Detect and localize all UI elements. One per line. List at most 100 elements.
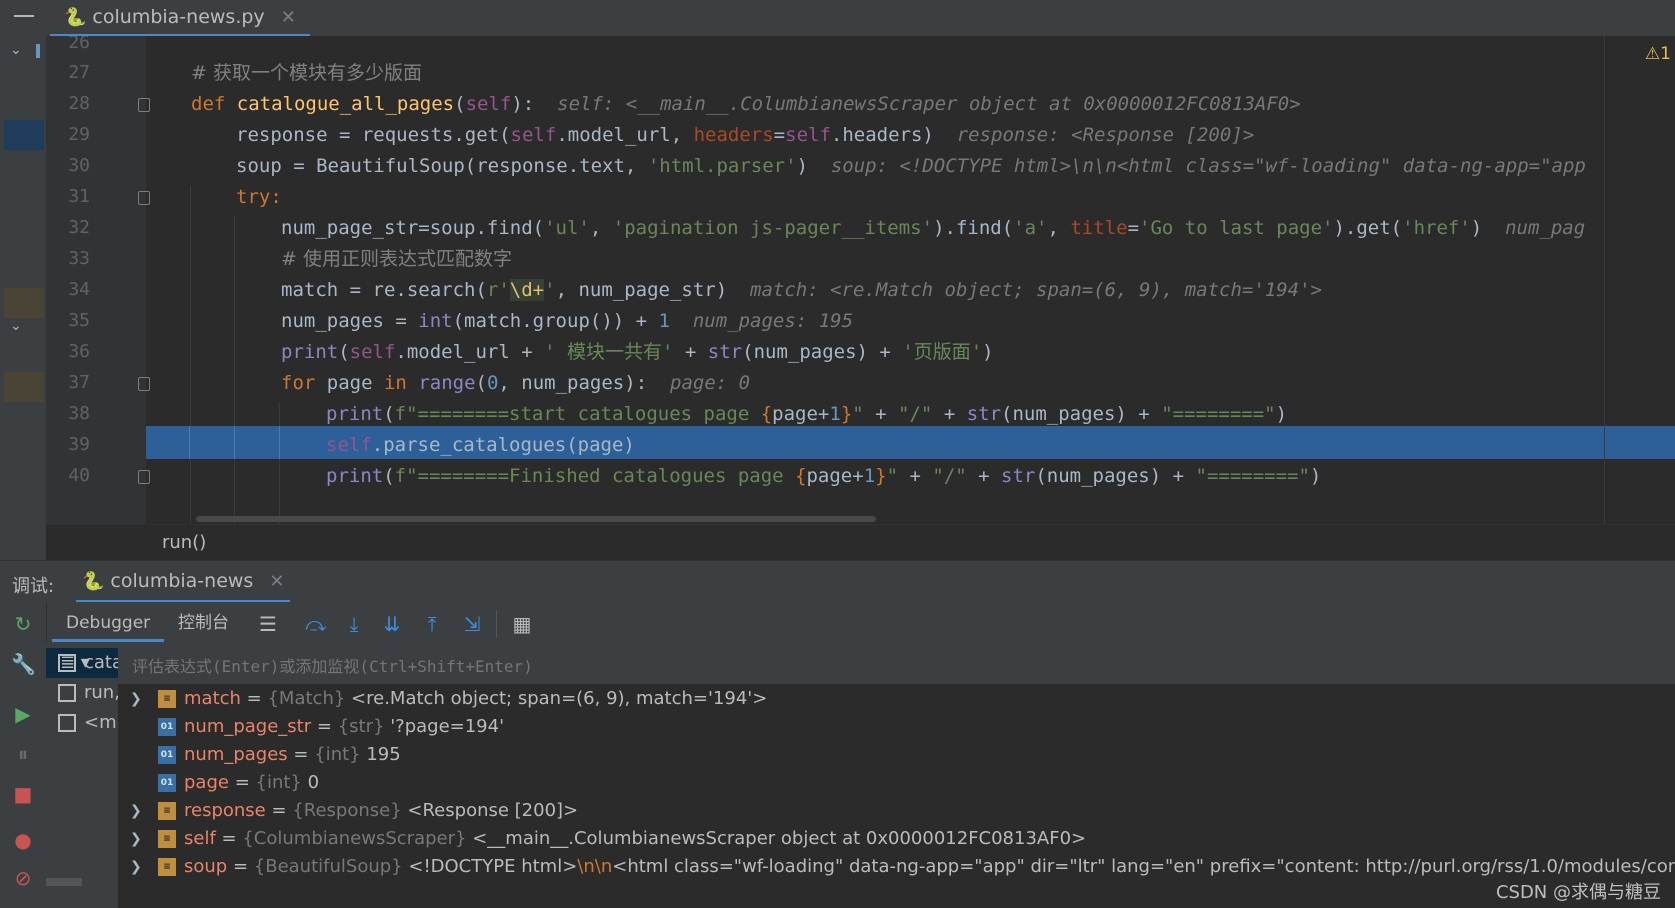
line-number: 30 bbox=[68, 155, 90, 176]
close-icon[interactable]: ✕ bbox=[281, 7, 296, 28]
fold-icon[interactable] bbox=[138, 470, 150, 484]
rerun-icon[interactable]: ↻ bbox=[11, 612, 35, 636]
indent-guide bbox=[234, 426, 235, 459]
indent-guide bbox=[189, 426, 190, 459]
resume-icon[interactable]: ▶ bbox=[11, 702, 35, 726]
primitive-icon: 01 bbox=[158, 774, 176, 792]
line-number: 38 bbox=[68, 403, 90, 424]
tab-console[interactable]: 控制台 bbox=[164, 604, 243, 642]
evaluate-expression-input[interactable] bbox=[130, 650, 1664, 682]
close-icon[interactable]: ✕ bbox=[269, 571, 284, 592]
frame-item[interactable]: run, bbox=[46, 678, 118, 708]
line-number: 29 bbox=[68, 124, 90, 145]
minimize-icon[interactable] bbox=[14, 15, 34, 17]
tab-columbia-news-py[interactable]: 🐍 columbia-news.py ✕ bbox=[50, 0, 310, 37]
stop-icon[interactable]: ■ bbox=[11, 782, 35, 806]
code-line-37: for page in range(0, num_pages): page: 0 bbox=[281, 372, 751, 394]
code-line-30: soup = BeautifulSoup(response.text, 'htm… bbox=[236, 155, 1586, 177]
code-line-34: match = re.search(r'\d+', num_page_str) … bbox=[281, 279, 1322, 301]
step-out-icon[interactable]: ⤒ bbox=[420, 612, 444, 636]
python-file-icon: 🐍 bbox=[64, 6, 87, 28]
debugger-toolbar bbox=[46, 602, 1675, 645]
fold-icon[interactable] bbox=[138, 191, 150, 205]
layout-icon[interactable]: ☰ bbox=[256, 612, 280, 636]
primitive-icon: 01 bbox=[158, 718, 176, 736]
tab-label: columbia-news.py bbox=[92, 6, 265, 28]
horizontal-scrollbar[interactable] bbox=[196, 516, 876, 522]
frame-icon bbox=[58, 684, 76, 702]
mute-breakpoints-icon[interactable]: ⊘ bbox=[11, 866, 35, 890]
line-number: 33 bbox=[68, 248, 90, 269]
right-margin bbox=[1604, 36, 1605, 524]
toolbar-divider bbox=[496, 610, 497, 638]
expand-arrow-icon[interactable]: ❯ bbox=[130, 852, 142, 882]
indent-guide bbox=[234, 216, 235, 524]
session-label: columbia-news bbox=[110, 570, 254, 592]
code-line-27: # 获取一个模块有多少版面 bbox=[191, 62, 422, 84]
code-editor[interactable]: 26 27 28 29 30 31 32 33 34 35 36 37 38 3… bbox=[46, 36, 1675, 524]
expand-arrow-icon[interactable]: ❯ bbox=[130, 824, 142, 854]
line-number: 40 bbox=[68, 465, 90, 486]
code-line-28: def catalogue_all_pages(self): self: <__… bbox=[191, 93, 1301, 115]
fold-icon[interactable] bbox=[138, 377, 150, 391]
pause-icon[interactable]: ⏸ bbox=[11, 742, 35, 766]
watermark: CSDN @求偶与糖豆 bbox=[1495, 882, 1661, 903]
frame-item[interactable]: <m bbox=[46, 708, 118, 738]
run-to-cursor-icon[interactable]: ⇲ bbox=[460, 612, 484, 636]
primitive-icon: 01 bbox=[158, 746, 176, 764]
debug-side-toolbar: ↻ 🔧 ▶ ⏸ ■ ● ⊘ bbox=[0, 602, 47, 908]
settings-wrench-icon[interactable]: 🔧 bbox=[11, 652, 36, 676]
step-over-icon[interactable]: ⤼ bbox=[304, 612, 328, 636]
code-line-31: try: bbox=[236, 186, 282, 208]
breadcrumb-bar bbox=[46, 524, 1675, 561]
object-icon: ≡ bbox=[158, 690, 176, 708]
expand-arrow-icon[interactable]: ❯ bbox=[130, 796, 142, 826]
line-number: 35 bbox=[68, 310, 90, 331]
code-line-32: num_page_str=soup.find('ul', 'pagination… bbox=[281, 217, 1586, 239]
object-icon: ≡ bbox=[158, 802, 176, 820]
step-into-my-code-icon[interactable]: ⇊ bbox=[380, 612, 404, 636]
code-line-39: self.parse_catalogues(page) bbox=[326, 434, 635, 456]
debug-label: 调试: bbox=[12, 576, 55, 597]
line-number: 27 bbox=[68, 62, 90, 83]
expand-arrow-icon[interactable]: ❯ bbox=[130, 684, 142, 714]
python-icon: 🐍 bbox=[82, 570, 105, 592]
object-icon: ≡ bbox=[158, 858, 176, 876]
line-number: 36 bbox=[68, 341, 90, 362]
warning-indicator[interactable]: ⚠1 bbox=[1645, 44, 1671, 64]
object-icon: ≡ bbox=[158, 830, 176, 848]
line-number: 39 bbox=[68, 434, 90, 455]
indent-guide bbox=[190, 186, 191, 524]
breadcrumb[interactable]: run() bbox=[162, 532, 206, 553]
line-number: 34 bbox=[68, 279, 90, 300]
frames-scrollbar[interactable] bbox=[46, 878, 82, 886]
code-line-38: print(f"========start catalogues page {p… bbox=[326, 403, 1288, 425]
fold-icon[interactable] bbox=[138, 98, 150, 112]
breakpoint-marker bbox=[4, 120, 44, 150]
view-breakpoints-icon[interactable]: ● bbox=[11, 828, 35, 852]
line-number: 37 bbox=[68, 372, 90, 393]
line-number: 32 bbox=[68, 217, 90, 238]
code-line-29: response = requests.get(self.model_url, … bbox=[236, 124, 1255, 146]
scroll-marker bbox=[4, 288, 44, 318]
line-number: 28 bbox=[68, 93, 90, 114]
frames-list: cata run, <m bbox=[46, 644, 119, 908]
frame-icon bbox=[58, 714, 76, 732]
code-line-36: print(self.model_url + ' 模块一共有' + str(nu… bbox=[281, 341, 994, 363]
chevron-down-icon[interactable]: ⌄ bbox=[10, 318, 22, 334]
indent-guide bbox=[279, 426, 280, 459]
left-tool-strip: ⌄ ⌄ bbox=[0, 36, 47, 560]
tab-debug-session[interactable]: 🐍 columbia-news ✕ bbox=[76, 562, 291, 603]
evaluate-expression-icon[interactable]: ▦ bbox=[510, 612, 534, 636]
code-line-35: num_pages = int(match.group()) + 1 num_p… bbox=[281, 310, 854, 332]
variables-tree: ❯ ≡ match = {Match} <re.Match object; sp… bbox=[118, 684, 1675, 908]
step-into-icon[interactable]: ⤓ bbox=[342, 612, 366, 636]
scroll-marker bbox=[4, 372, 44, 402]
variables-menu-icon[interactable]: ≣ ▾ bbox=[60, 652, 90, 673]
code-line-33: # 使用正则表达式匹配数字 bbox=[281, 248, 512, 270]
tab-debugger[interactable]: Debugger bbox=[52, 604, 165, 642]
warning-icon: ⚠ bbox=[1644, 44, 1661, 64]
chevron-down-icon[interactable]: ⌄ bbox=[10, 42, 22, 58]
line-number: 26 bbox=[68, 36, 90, 53]
line-number: 31 bbox=[68, 186, 90, 207]
